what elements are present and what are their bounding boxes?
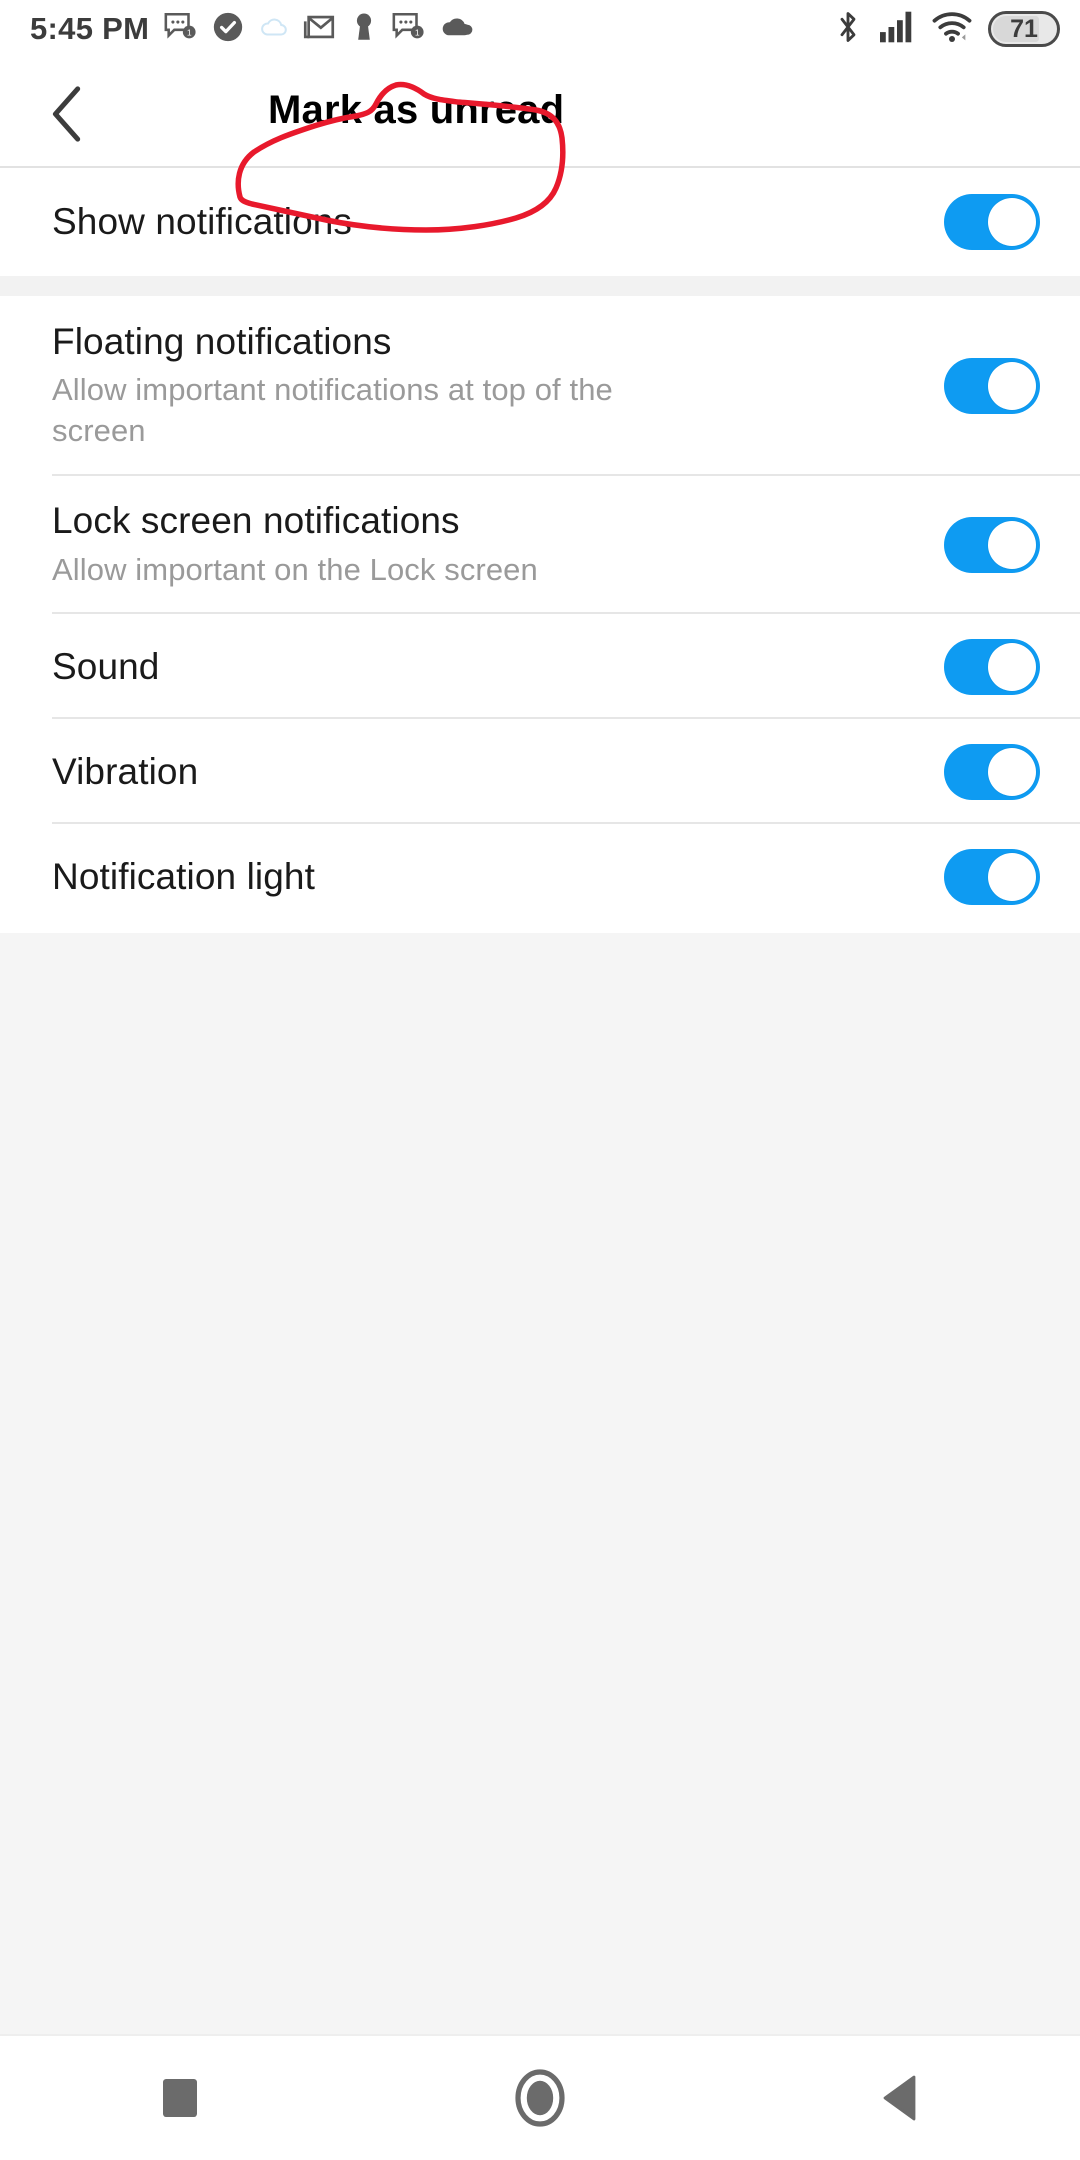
check-circle-icon [211, 10, 245, 49]
toggle-lock-screen-notifications[interactable] [944, 517, 1040, 573]
toggle-floating-notifications[interactable] [944, 358, 1040, 414]
svg-text:1: 1 [187, 27, 192, 37]
settings-section-main: Show notifications [0, 168, 1080, 276]
row-title: Vibration [52, 750, 199, 792]
row-text-group: Sound [52, 645, 944, 689]
row-title: Sound [52, 645, 160, 687]
recents-button[interactable] [105, 2036, 255, 2160]
row-text-group: Show notifications [52, 200, 944, 244]
section-divider-gap [0, 276, 1080, 296]
app-header: Mark as unread [0, 58, 1080, 168]
toggle-knob [988, 362, 1036, 410]
home-button[interactable] [465, 2036, 615, 2160]
system-navigation-bar [0, 2034, 1080, 2160]
cellular-signal-icon [878, 10, 916, 49]
cloud-icon [439, 10, 475, 49]
toggle-show-notifications[interactable] [944, 194, 1040, 250]
keyhole-icon [351, 10, 377, 49]
toggle-knob [988, 198, 1036, 246]
header-back-button[interactable] [34, 80, 102, 148]
row-title: Notification light [52, 855, 315, 897]
status-bar-left: 5:45 PM 1 1 [30, 10, 475, 49]
row-subtitle: Allow important on the Lock screen [52, 551, 538, 587]
toggle-knob [988, 642, 1036, 691]
toggle-knob [988, 521, 1036, 569]
triangle-left-icon [883, 2075, 916, 2121]
gmail-icon [303, 10, 337, 49]
settings-section-details: Floating notifications Allow important n… [0, 296, 1080, 933]
square-icon [163, 2079, 197, 2117]
empty-content-area [0, 933, 1080, 2036]
toggle-knob [988, 852, 1036, 901]
settings-row-floating-notifications[interactable]: Floating notifications Allow important n… [0, 296, 1080, 476]
row-title: Show notifications [52, 201, 353, 243]
settings-row-vibration[interactable]: Vibration [0, 719, 1080, 824]
row-text-group: Lock screen notifications Allow importan… [52, 499, 944, 591]
settings-row-show-notifications[interactable]: Show notifications [0, 168, 1080, 276]
back-button[interactable] [825, 2036, 975, 2160]
toggle-notification-light[interactable] [944, 848, 1040, 905]
status-bar-right: 71 [834, 9, 1060, 50]
toggle-knob [988, 747, 1036, 796]
status-bar: 5:45 PM 1 1 71 [0, 0, 1080, 58]
row-text-group: Vibration [52, 750, 944, 794]
status-bar-clock: 5:45 PM [30, 11, 150, 46]
cloud-sync-faded-icon [259, 12, 289, 47]
row-title: Lock screen notifications [52, 500, 460, 542]
message-badge-icon: 1 [391, 10, 425, 49]
circle-icon [515, 2069, 565, 2127]
message-badge-icon: 1 [163, 10, 197, 49]
settings-row-sound[interactable]: Sound [0, 614, 1080, 719]
settings-row-notification-light[interactable]: Notification light [0, 824, 1080, 929]
page-title: Mark as unread [268, 88, 565, 132]
battery-indicator: 71 [988, 11, 1060, 47]
settings-row-lock-screen-notifications[interactable]: Lock screen notifications Allow importan… [0, 476, 1080, 614]
row-text-group: Floating notifications Allow important n… [52, 320, 944, 452]
toggle-vibration[interactable] [944, 743, 1040, 800]
chevron-left-icon [52, 86, 81, 142]
wifi-icon [932, 10, 972, 49]
row-title: Floating notifications [52, 320, 392, 362]
svg-text:1: 1 [415, 27, 420, 37]
bluetooth-icon [834, 9, 862, 50]
row-subtitle: Allow important notifications at top of … [52, 372, 613, 449]
battery-percent-label: 71 [1010, 14, 1038, 43]
toggle-sound[interactable] [944, 638, 1040, 695]
row-text-group: Notification light [52, 855, 944, 899]
